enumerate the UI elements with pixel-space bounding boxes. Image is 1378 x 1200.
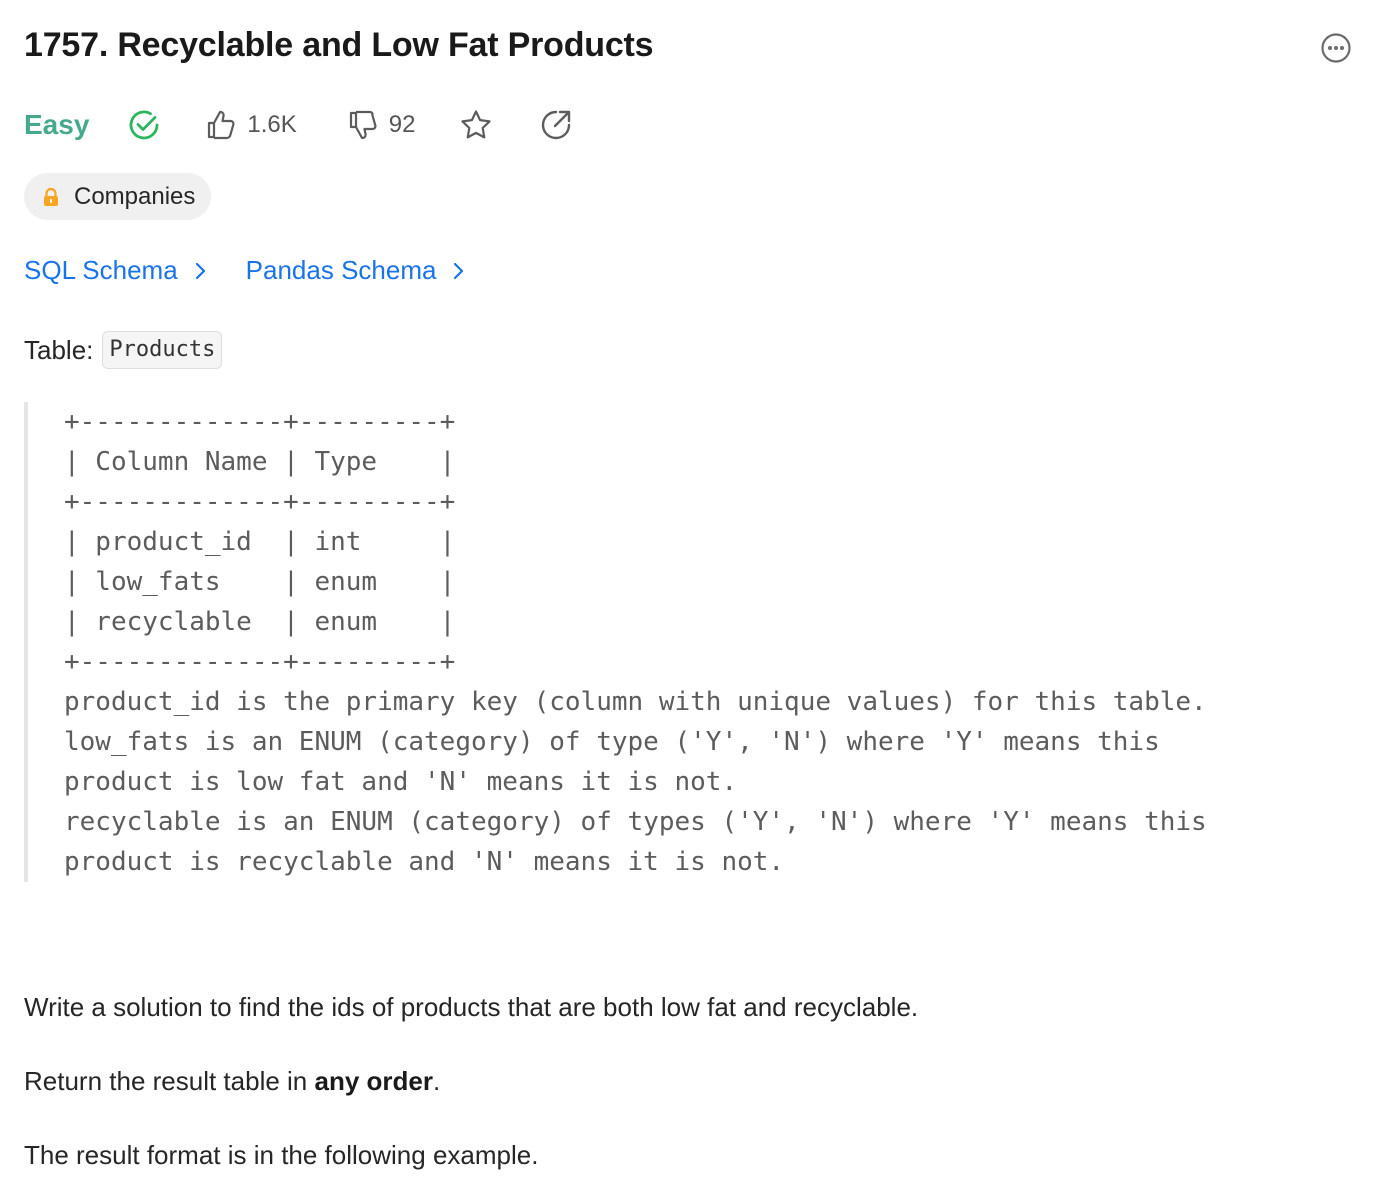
favorite-button[interactable] (459, 108, 493, 142)
dislike-button[interactable]: 92 (347, 109, 416, 141)
dislike-count: 92 (388, 111, 416, 138)
description-paragraph-3: The result format is in the following ex… (24, 1140, 539, 1170)
thumbs-up-icon (208, 110, 235, 140)
companies-tag[interactable]: Companies (24, 173, 212, 220)
check-circle-icon (130, 110, 159, 140)
schema-code-block: +-------------+---------+ | Column Name … (64, 407, 1207, 877)
difficulty-badge: Easy (24, 109, 90, 140)
problem-description-panel: 1757. Recyclable and Low Fat Products Ea… (0, 0, 1378, 1200)
problem-title: 1757. Recyclable and Low Fat Products (24, 26, 654, 64)
thumbs-down-icon (349, 110, 377, 140)
schema-blockquote: +-------------+---------+ | Column Name … (24, 402, 1324, 882)
description-emphasis: any order (314, 1066, 434, 1096)
description-text: Return the result table in (24, 1066, 315, 1096)
more-icon (1321, 33, 1351, 63)
description-paragraph-1: Write a solution to find the ids of prod… (24, 992, 919, 1022)
schema-links: SQL Schema Pandas Schema (24, 255, 466, 286)
more-options-button[interactable] (1320, 32, 1352, 64)
like-button[interactable]: 1.6K (205, 109, 297, 141)
companies-label: Companies (74, 182, 196, 210)
description-text: . (433, 1066, 441, 1096)
table-label: Table: (24, 334, 94, 365)
problem-meta-row: Easy 1.6K 92 (24, 104, 573, 146)
share-icon (542, 110, 571, 140)
solved-status (127, 108, 161, 142)
like-count: 1.6K (247, 111, 297, 138)
lock-icon (44, 187, 58, 206)
pandas-schema-label: Pandas Schema (245, 255, 437, 285)
sql-schema-label: SQL Schema (24, 255, 178, 285)
table-name-code: Products (102, 331, 223, 369)
description-paragraph-2: Return the result table in any order. (24, 1066, 440, 1097)
pandas-schema-link[interactable]: Pandas Schema (246, 255, 467, 286)
star-icon (461, 110, 492, 139)
share-button[interactable] (539, 108, 573, 142)
sql-schema-link[interactable]: SQL Schema (24, 255, 208, 286)
chevron-right-icon (454, 262, 464, 279)
chevron-right-icon (195, 262, 205, 279)
table-heading: Table: Products (24, 331, 223, 369)
